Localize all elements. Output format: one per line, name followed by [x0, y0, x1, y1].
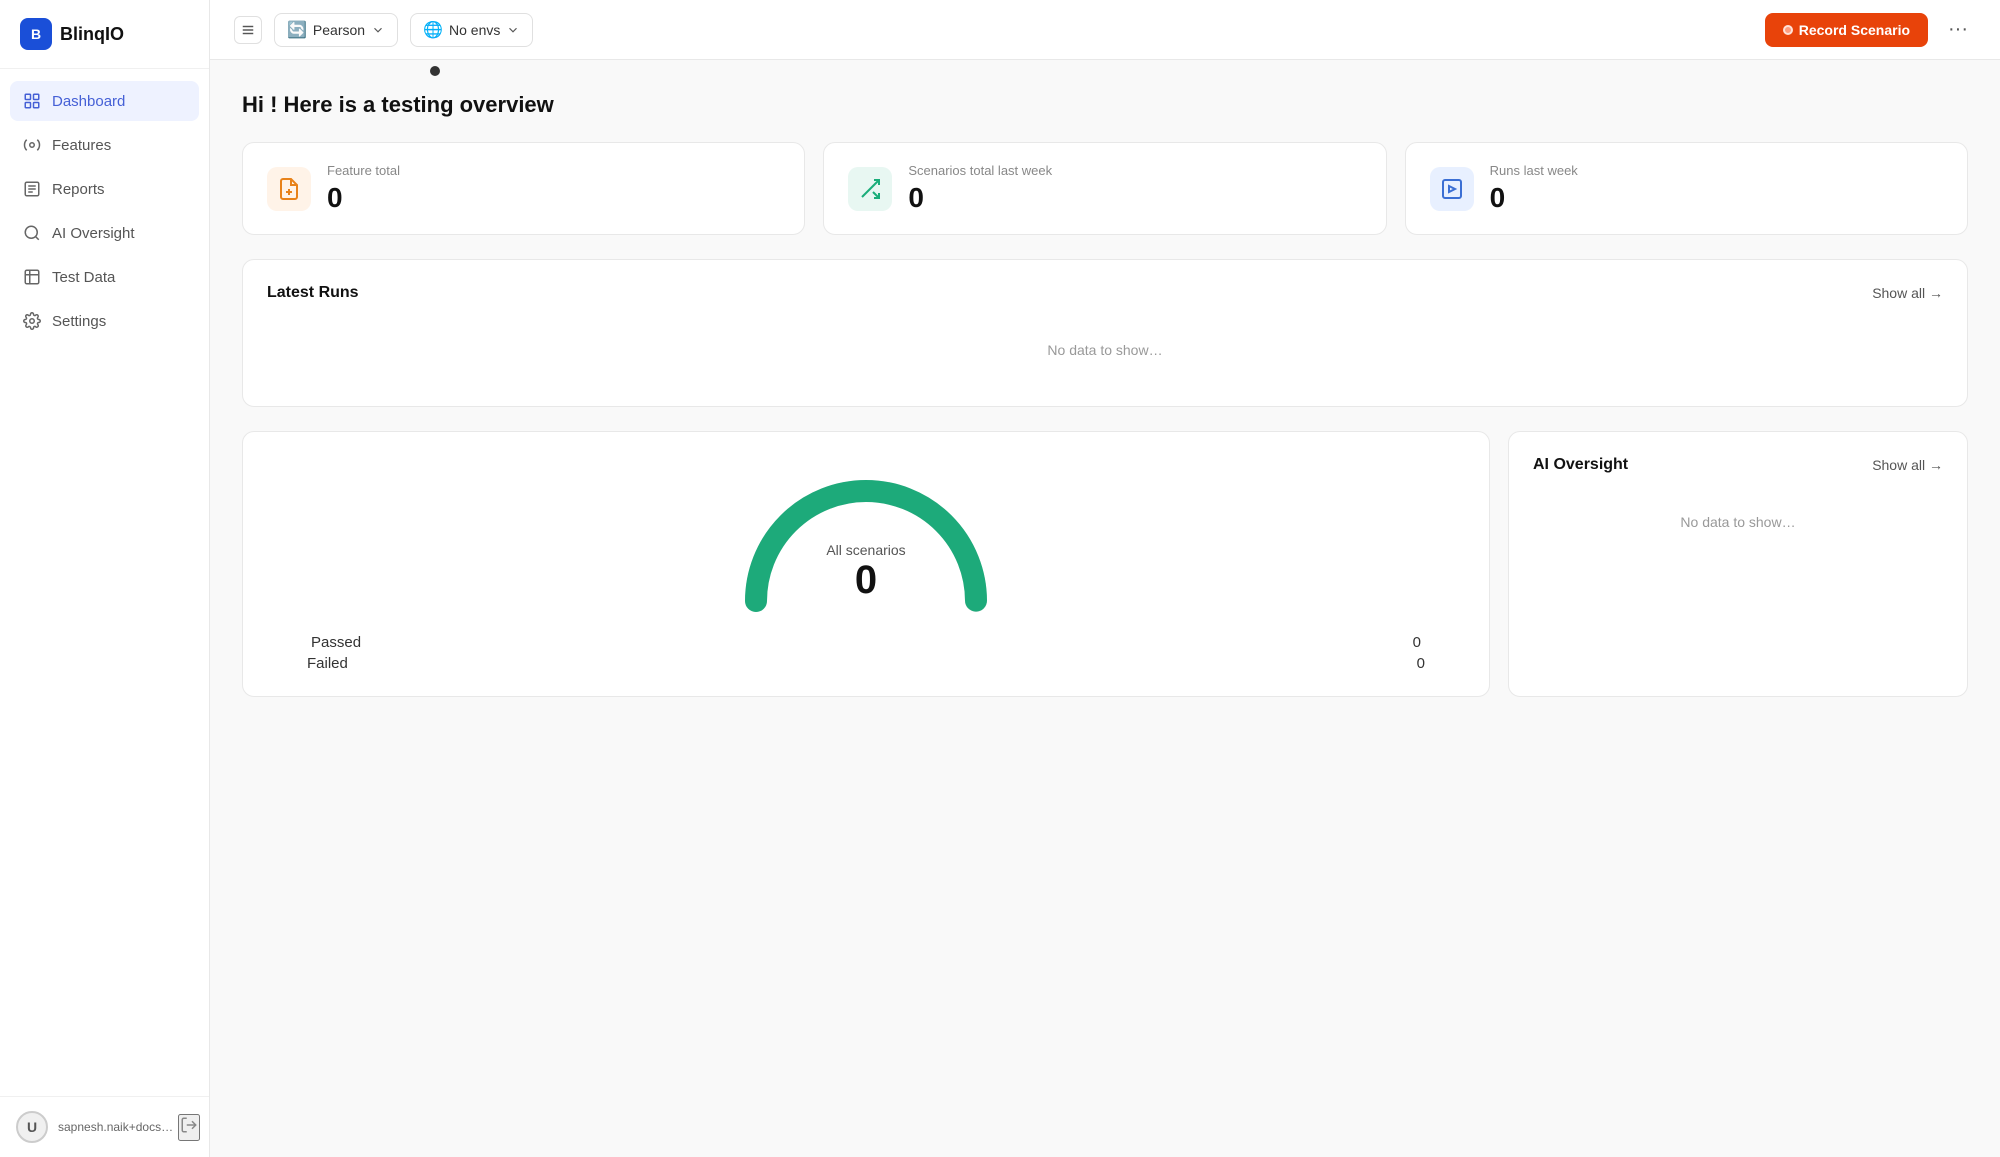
feature-total-info: Feature total 0 — [327, 163, 400, 214]
failed-value: 0 — [1417, 655, 1425, 672]
feature-total-icon-wrap — [267, 167, 311, 211]
more-options-button[interactable]: ··· — [1940, 14, 1976, 45]
runs-last-week-value: 0 — [1490, 182, 1578, 214]
sidebar-collapse-button[interactable] — [234, 16, 262, 44]
bottom-row: All scenarios 0 Passed 0 Failed 0 — [242, 431, 1968, 697]
scenarios-total-icon-wrap — [848, 167, 892, 211]
gauge-wrapper: All scenarios 0 — [726, 456, 1006, 616]
topbar: 🔄 Pearson 🌐 No envs Record Scenario ··· — [210, 0, 2000, 60]
feature-total-icon — [277, 177, 301, 201]
user-info: U sapnesh.naik+docs@... — [16, 1111, 178, 1143]
sidebar-item-ai-oversight-label: AI Oversight — [52, 225, 135, 242]
test-data-icon — [22, 267, 42, 287]
sidebar-item-features-label: Features — [52, 137, 111, 154]
ai-oversight-empty: No data to show… — [1533, 490, 1943, 554]
app-logo-icon: B — [20, 18, 52, 50]
ai-oversight-title: AI Oversight — [1533, 456, 1628, 474]
gauge-center-text: All scenarios 0 — [826, 542, 905, 603]
sidebar-footer: U sapnesh.naik+docs@... — [0, 1096, 209, 1157]
runs-last-week-info: Runs last week 0 — [1490, 163, 1578, 214]
org-selector[interactable]: 🔄 Pearson — [274, 13, 398, 47]
passed-label: Passed — [311, 634, 361, 651]
latest-runs-header: Latest Runs Show all → — [267, 284, 1943, 302]
stat-card-scenarios-total: Scenarios total last week 0 — [823, 142, 1386, 235]
runs-last-week-label: Runs last week — [1490, 163, 1578, 178]
sidebar-item-settings[interactable]: Settings — [10, 301, 199, 341]
sidebar-item-ai-oversight[interactable]: AI Oversight — [10, 213, 199, 253]
features-icon — [22, 135, 42, 155]
record-button-label: Record Scenario — [1799, 22, 1910, 38]
stat-card-runs-last-week: Runs last week 0 — [1405, 142, 1968, 235]
page-title: Hi ! Here is a testing overview — [242, 92, 1968, 118]
settings-icon — [22, 311, 42, 331]
ai-oversight-icon — [22, 223, 42, 243]
logout-button[interactable] — [178, 1114, 200, 1141]
gauge-stats: Passed 0 — [267, 634, 1465, 651]
reports-icon — [22, 179, 42, 199]
passed-value: 0 — [1413, 634, 1421, 651]
sidebar: B BlinqIO Dashboard Features Reports — [0, 0, 210, 1157]
main-content: 🔄 Pearson 🌐 No envs Record Scenario ··· … — [210, 0, 2000, 1157]
sidebar-nav: Dashboard Features Reports AI Oversight … — [0, 69, 209, 1096]
sidebar-item-reports[interactable]: Reports — [10, 169, 199, 209]
ai-oversight-show-all[interactable]: Show all → — [1872, 457, 1943, 473]
ai-oversight-header: AI Oversight Show all → — [1533, 456, 1943, 474]
scenarios-total-icon — [858, 177, 882, 201]
record-scenario-button[interactable]: Record Scenario — [1765, 13, 1928, 47]
scenarios-total-value: 0 — [908, 182, 1052, 214]
runs-last-week-icon-wrap — [1430, 167, 1474, 211]
sidebar-item-dashboard[interactable]: Dashboard — [10, 81, 199, 121]
env-name: No envs — [449, 22, 500, 38]
sidebar-item-features[interactable]: Features — [10, 125, 199, 165]
stat-card-feature-total: Feature total 0 — [242, 142, 805, 235]
sidebar-item-test-data-label: Test Data — [52, 269, 115, 286]
scenarios-total-label: Scenarios total last week — [908, 163, 1052, 178]
user-email: sapnesh.naik+docs@... — [58, 1120, 178, 1134]
latest-runs-empty: No data to show… — [267, 318, 1943, 382]
sidebar-item-dashboard-label: Dashboard — [52, 93, 125, 110]
latest-runs-card: Latest Runs Show all → No data to show… — [242, 259, 1968, 407]
sidebar-item-test-data[interactable]: Test Data — [10, 257, 199, 297]
page-content: Hi ! Here is a testing overview Feature … — [210, 60, 2000, 1157]
sidebar-logo: B BlinqIO — [0, 0, 209, 69]
org-selector-icon: 🔄 — [287, 20, 307, 40]
stat-cards: Feature total 0 Scenarios total last wee… — [242, 142, 1968, 235]
avatar: U — [16, 1111, 48, 1143]
runs-last-week-icon — [1440, 177, 1464, 201]
org-name: Pearson — [313, 22, 365, 38]
feature-total-value: 0 — [327, 182, 400, 214]
env-chevron-down-icon — [506, 23, 520, 37]
gauge-label: All scenarios — [826, 542, 905, 558]
latest-runs-show-all[interactable]: Show all → — [1872, 285, 1943, 301]
gauge-value: 0 — [826, 558, 905, 603]
dashboard-icon — [22, 91, 42, 111]
gauge-card: All scenarios 0 Passed 0 Failed 0 — [242, 431, 1490, 697]
latest-runs-title: Latest Runs — [267, 284, 359, 302]
env-selector[interactable]: 🌐 No envs — [410, 13, 533, 47]
ai-oversight-card: AI Oversight Show all → No data to show… — [1508, 431, 1968, 697]
failed-label: Failed — [307, 655, 348, 672]
app-name: BlinqIO — [60, 24, 124, 45]
scenarios-total-info: Scenarios total last week 0 — [908, 163, 1052, 214]
sidebar-item-settings-label: Settings — [52, 313, 106, 330]
sidebar-item-reports-label: Reports — [52, 181, 105, 198]
chevron-down-icon — [371, 23, 385, 37]
feature-total-label: Feature total — [327, 163, 400, 178]
env-selector-icon: 🌐 — [423, 20, 443, 40]
record-icon — [1783, 25, 1793, 35]
